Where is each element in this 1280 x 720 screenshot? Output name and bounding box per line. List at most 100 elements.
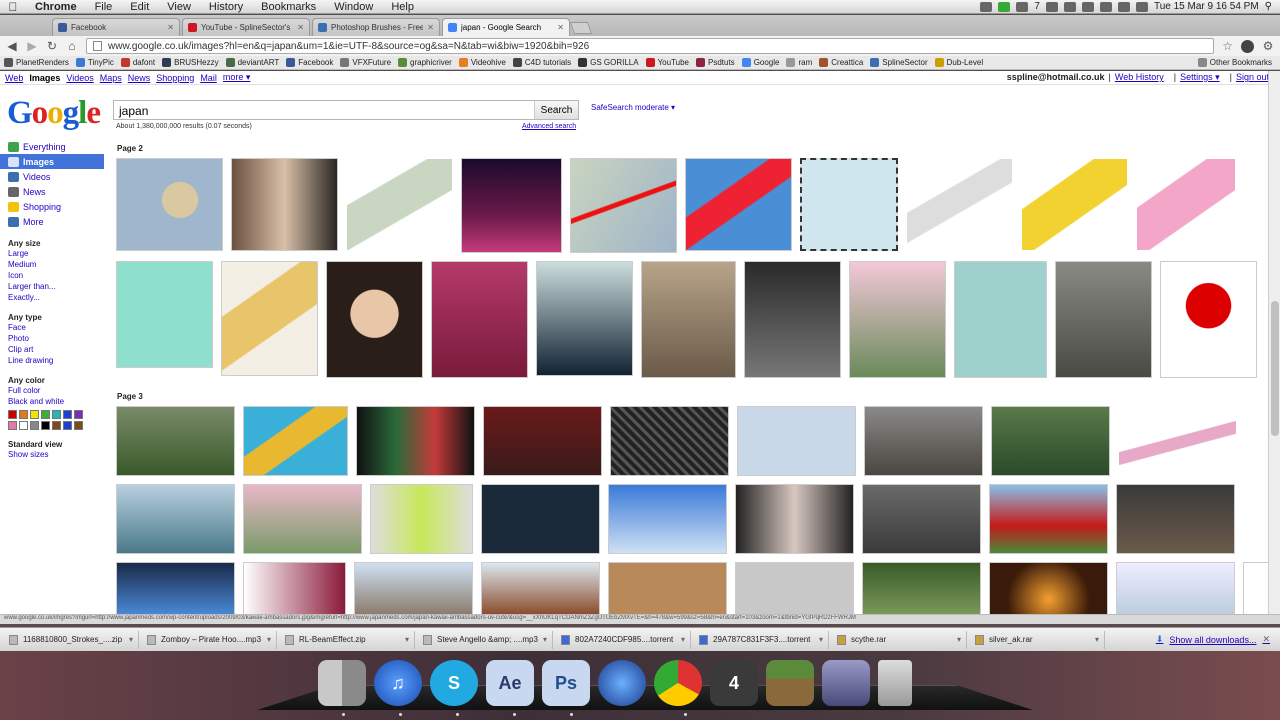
gbar-mail[interactable]: Mail <box>200 73 217 83</box>
menu-file[interactable]: File <box>86 1 122 13</box>
chevron-down-icon[interactable]: ▾ <box>957 635 961 644</box>
status-icon[interactable] <box>998 1 1011 12</box>
image-thumbnail-map[interactable] <box>906 158 1013 251</box>
bookmark-youtube[interactable]: YouTube <box>645 58 696 67</box>
chevron-down-icon[interactable]: ▾ <box>819 635 823 644</box>
back-arrow-icon[interactable]: ◀ <box>6 39 18 53</box>
bookmark-gs-gorilla[interactable]: GS GORILLA <box>578 58 645 67</box>
image-thumbnail-power-plant[interactable] <box>1116 562 1235 616</box>
download-item[interactable]: 1168810800_Strokes_....zip ▾ <box>4 630 139 649</box>
bookmark-tinypic[interactable]: TinyPic <box>75 58 121 67</box>
bookmark-c4d-tutorials[interactable]: C4D tutorials <box>512 58 578 67</box>
bookmark-splinesector[interactable]: SplineSector <box>870 58 934 67</box>
gbar-web[interactable]: Web <box>5 73 23 83</box>
sidebar-item-images[interactable]: Images <box>0 154 104 169</box>
bookmark-videohive[interactable]: Videohive <box>458 58 513 67</box>
advanced-search-link[interactable]: Advanced search <box>522 123 576 130</box>
close-icon[interactable]: ✕ <box>1262 634 1270 645</box>
tab-photoshop-brushes[interactable]: Photoshop Brushes - Free B ✕ <box>312 18 440 36</box>
gbar-news[interactable]: News <box>128 73 151 83</box>
menu-history[interactable]: History <box>200 1 252 13</box>
size-exactly[interactable]: Exactly... <box>0 292 104 303</box>
show-sizes-link[interactable]: Show sizes <box>0 449 104 460</box>
trash-icon[interactable] <box>878 660 912 706</box>
image-thumbnail-map[interactable] <box>954 261 1047 378</box>
image-thumbnail-crowd[interactable] <box>744 261 841 378</box>
globe-icon[interactable] <box>598 660 646 706</box>
image-thumbnail-person[interactable] <box>431 261 528 378</box>
image-thumbnail-flood[interactable] <box>862 484 981 554</box>
gbar-videos[interactable]: Videos <box>66 73 93 83</box>
gbar-maps[interactable]: Maps <box>100 73 122 83</box>
image-thumbnail-shrine[interactable] <box>989 484 1108 554</box>
image-thumbnail-map[interactable] <box>346 158 453 251</box>
bookmark-graphicriver[interactable]: graphicriver <box>398 58 459 67</box>
status-icon[interactable] <box>1099 1 1112 12</box>
image-thumbnail-forest[interactable] <box>862 562 981 616</box>
apple-icon[interactable]:  <box>0 0 26 14</box>
image-thumbnail-bridge[interactable] <box>116 484 235 554</box>
download-item[interactable]: 29A787C831F3F3....torrent ▾ <box>694 630 829 649</box>
image-thumbnail-portrait[interactable] <box>326 261 423 378</box>
gbar-shopping[interactable]: Shopping <box>156 73 194 83</box>
size-medium[interactable]: Medium <box>0 259 104 270</box>
image-thumbnail-people[interactable] <box>370 484 473 554</box>
image-thumbnail-garden[interactable] <box>849 261 946 378</box>
chevron-down-icon[interactable]: ▾ <box>1095 635 1099 644</box>
status-icon[interactable] <box>1063 1 1076 12</box>
image-thumbnail-keyboard[interactable] <box>610 406 729 476</box>
extension-icon[interactable] <box>1241 39 1254 53</box>
menu-bookmarks[interactable]: Bookmarks <box>252 1 325 13</box>
bookmark-dub-level[interactable]: Dub-Level <box>934 58 990 67</box>
image-thumbnail-disaster[interactable] <box>1055 261 1152 378</box>
bookmark-deviantart[interactable]: deviantART <box>225 58 287 67</box>
image-thumbnail-explosion[interactable] <box>989 562 1108 616</box>
image-thumbnail-people[interactable] <box>231 158 338 251</box>
google-logo[interactable]: Google <box>7 95 101 132</box>
bookmark-ram[interactable]: ram <box>786 58 819 67</box>
sidebar-item-videos[interactable]: Videos <box>0 169 104 184</box>
cinema4d-icon[interactable]: 4 <box>710 660 758 706</box>
status-icon[interactable] <box>1045 1 1058 12</box>
menu-help[interactable]: Help <box>382 1 423 13</box>
color-swatch[interactable] <box>52 421 61 430</box>
image-thumbnail-press[interactable] <box>483 406 602 476</box>
chevron-down-icon[interactable]: ▾ <box>405 635 409 644</box>
menu-app-chrome[interactable]: Chrome <box>26 1 86 13</box>
itunes-icon[interactable]: ♫ <box>374 660 422 706</box>
url-text[interactable]: www.google.co.uk/images?hl=en&q=japan&um… <box>108 41 589 52</box>
type-photo[interactable]: Photo <box>0 333 104 344</box>
chevron-down-icon[interactable]: ▾ <box>543 635 547 644</box>
settings-link[interactable]: Settings ▾ <box>1180 72 1220 83</box>
safesearch-menu[interactable]: SafeSearch moderate ▾ <box>591 103 675 112</box>
image-thumbnail-map[interactable] <box>116 158 223 251</box>
image-thumbnail-blossom[interactable] <box>243 484 362 554</box>
bookmark-dafont[interactable]: dafont <box>120 58 162 67</box>
photo-booth-icon[interactable] <box>822 660 870 706</box>
image-thumbnail-fire[interactable] <box>1116 484 1235 554</box>
chevron-down-icon[interactable]: ▾ <box>681 635 685 644</box>
after-effects-icon[interactable]: Ae <box>486 660 534 706</box>
chevron-down-icon[interactable]: ▾ <box>267 635 271 644</box>
image-thumbnail-temple[interactable] <box>116 406 235 476</box>
image-thumbnail-people[interactable] <box>735 484 854 554</box>
color-full[interactable]: Full color <box>0 385 104 396</box>
scrollbar-thumb[interactable] <box>1271 301 1279 436</box>
size-larger-than[interactable]: Larger than... <box>0 281 104 292</box>
search-button[interactable]: Search <box>534 101 578 119</box>
show-all-downloads-link[interactable]: Show all downloads... <box>1169 635 1256 645</box>
chevron-down-icon[interactable]: ▾ <box>129 635 133 644</box>
status-icon[interactable] <box>1081 1 1094 12</box>
type-clip-art[interactable]: Clip art <box>0 344 104 355</box>
image-thumbnail-concert[interactable] <box>461 158 562 253</box>
menu-view[interactable]: View <box>158 1 200 13</box>
color-swatch[interactable] <box>19 410 28 419</box>
color-swatch[interactable] <box>30 410 39 419</box>
image-thumbnail-map[interactable] <box>737 406 856 476</box>
image-thumbnail-map[interactable] <box>481 484 600 554</box>
menu-window[interactable]: Window <box>325 1 382 13</box>
volume-icon[interactable] <box>1135 1 1148 12</box>
forward-arrow-icon[interactable]: ▶ <box>26 39 38 53</box>
vertical-scrollbar[interactable] <box>1268 71 1280 616</box>
status-icon[interactable] <box>980 1 993 12</box>
